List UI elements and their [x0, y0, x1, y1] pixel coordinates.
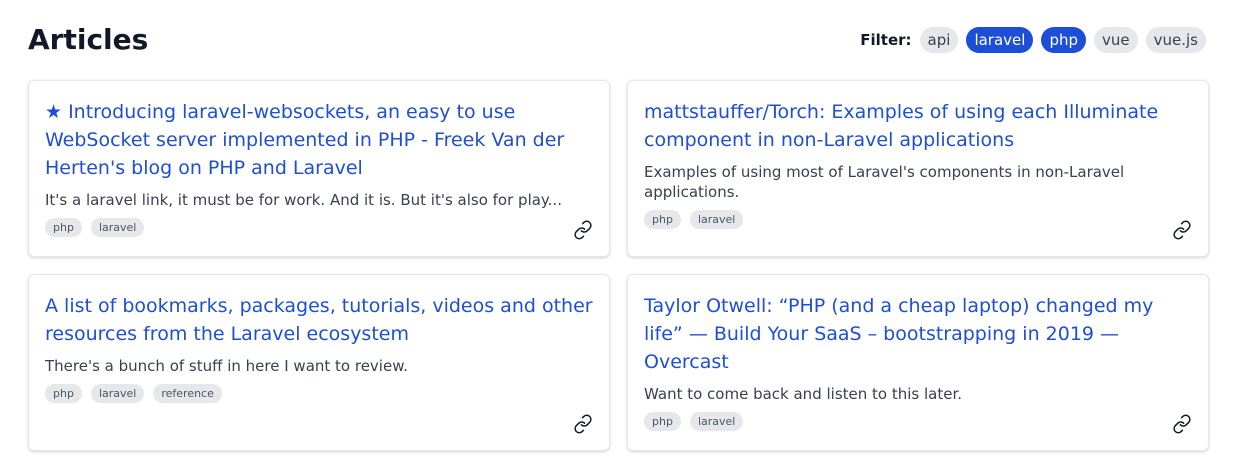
tag-reference[interactable]: reference: [153, 384, 222, 403]
article-card: Taylor Otwell: “PHP (and a cheap laptop)…: [627, 274, 1209, 451]
tag-laravel[interactable]: laravel: [90, 218, 145, 237]
article-description: There's a bunch of stuff in here I want …: [45, 357, 408, 375]
page-title: Articles: [28, 23, 149, 56]
article-title-link[interactable]: Taylor Otwell: “PHP (and a cheap laptop)…: [644, 292, 1192, 376]
article-title-link[interactable]: mattstauffer/Torch: Examples of using ea…: [644, 98, 1192, 154]
article-card: mattstauffer/Torch: Examples of using ea…: [627, 80, 1209, 257]
article-card: ★ Introducing laravel-websockets, an eas…: [28, 80, 610, 257]
tag-php[interactable]: php: [644, 210, 681, 229]
article-description: It's a laravel link, it must be for work…: [45, 191, 562, 209]
article-grid: ★ Introducing laravel-websockets, an eas…: [28, 80, 1209, 451]
article-description: Examples of using most of Laravel's comp…: [644, 163, 1125, 201]
article-tags: php laravel: [644, 412, 1192, 431]
article-tags: php laravel: [45, 218, 593, 237]
filter-label: Filter:: [860, 31, 912, 49]
link-icon[interactable]: [573, 220, 593, 240]
article-description: Want to come back and listen to this lat…: [644, 385, 963, 403]
articles-page: Articles Filter: api laravel php vue vue…: [0, 0, 1234, 458]
article-title-link[interactable]: A list of bookmarks, packages, tutorials…: [45, 292, 593, 348]
tag-php[interactable]: php: [644, 412, 681, 431]
filter-pill-vuejs[interactable]: vue.js: [1145, 27, 1206, 53]
tag-laravel[interactable]: laravel: [90, 384, 145, 403]
article-title-link[interactable]: ★ Introducing laravel-websockets, an eas…: [45, 98, 593, 182]
link-icon[interactable]: [573, 414, 593, 434]
article-tags: php laravel reference: [45, 384, 593, 403]
filter-pill-vue[interactable]: vue: [1094, 27, 1138, 53]
article-tags: php laravel: [644, 210, 1192, 229]
filter-pill-laravel[interactable]: laravel: [966, 27, 1034, 53]
filter-pill-api[interactable]: api: [919, 27, 959, 53]
link-icon[interactable]: [1172, 414, 1192, 434]
filter-bar: Filter: api laravel php vue vue.js: [860, 27, 1206, 53]
page-header: Articles Filter: api laravel php vue vue…: [28, 0, 1206, 80]
article-card: A list of bookmarks, packages, tutorials…: [28, 274, 610, 451]
link-icon[interactable]: [1172, 220, 1192, 240]
tag-php[interactable]: php: [45, 218, 82, 237]
tag-laravel[interactable]: laravel: [689, 210, 744, 229]
tag-php[interactable]: php: [45, 384, 82, 403]
filter-pill-php[interactable]: php: [1041, 27, 1086, 53]
tag-laravel[interactable]: laravel: [689, 412, 744, 431]
